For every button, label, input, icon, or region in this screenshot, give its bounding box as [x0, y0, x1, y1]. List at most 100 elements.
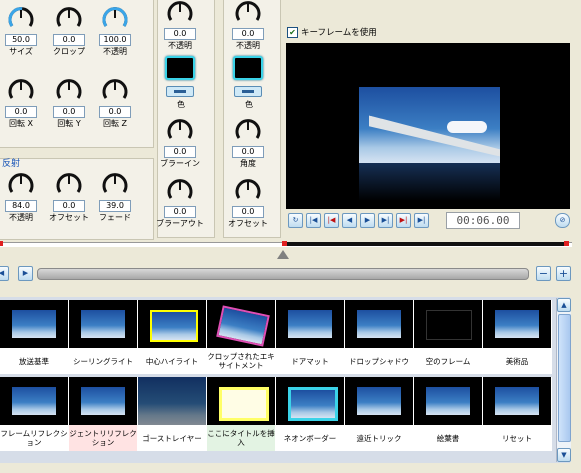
- preset-thumbnail[interactable]: ジェントリリフレクション: [69, 377, 138, 451]
- preset-thumbnail[interactable]: クロップされたエキサイトメント: [207, 300, 276, 374]
- shadow-blur-label: ブラーイン: [160, 159, 200, 168]
- preset-thumbnail[interactable]: 遠近トリック: [345, 377, 414, 451]
- preset-label: ドアマット: [276, 348, 344, 374]
- preview-image: [359, 87, 500, 163]
- preset-label: ゴーストレイヤー: [138, 425, 206, 451]
- preset-thumbnail[interactable]: ネオンボーダー: [276, 377, 345, 451]
- shadow-color-swatch[interactable]: [165, 56, 195, 80]
- border-offset-knob[interactable]: 0.0 オフセット: [228, 176, 268, 229]
- border-color-picker-button[interactable]: [234, 86, 262, 97]
- knob-dial-icon: [102, 7, 128, 27]
- size-value[interactable]: 50.0: [5, 34, 37, 46]
- scroll-left-button[interactable]: ◀: [0, 266, 9, 281]
- go-start-button[interactable]: |◀: [306, 213, 321, 228]
- preset-thumbnail[interactable]: 美術品: [483, 300, 552, 374]
- preset-thumbnail[interactable]: 中心ハイライト: [138, 300, 207, 374]
- border-color-swatch[interactable]: [233, 56, 263, 80]
- preset-preview-image: [69, 300, 137, 348]
- zoom-out-button[interactable]: −: [536, 266, 551, 281]
- knob-dial-icon: [8, 7, 34, 27]
- preset-preview-image: [345, 377, 413, 425]
- step-back-button[interactable]: ◀: [342, 213, 357, 228]
- preset-thumbnail[interactable]: ドアマット: [276, 300, 345, 374]
- shadow-blurout-value[interactable]: 0.0: [164, 206, 196, 218]
- shadow-opacity-value[interactable]: 0.0: [164, 28, 196, 40]
- preset-thumbnail[interactable]: シーリングライト: [69, 300, 138, 374]
- opacity-value[interactable]: 100.0: [99, 34, 131, 46]
- keyframe-marker-mid[interactable]: [282, 241, 287, 246]
- prev-key-button[interactable]: |◀: [324, 213, 339, 228]
- reflection-fade-knob[interactable]: 39.0 フェード: [98, 170, 132, 223]
- preset-thumbnail[interactable]: リセット: [483, 377, 552, 451]
- bottom-bar: [0, 463, 581, 473]
- shadow-blur-knob[interactable]: 0.0 ブラーイン: [160, 116, 200, 169]
- preset-thumbnail[interactable]: 絵葉書: [414, 377, 483, 451]
- reflection-opacity-knob[interactable]: 84.0 不透明: [4, 170, 38, 223]
- knob-dial-icon: [8, 173, 34, 193]
- keyframe-marker-left[interactable]: [0, 241, 3, 246]
- loop-button[interactable]: ↻: [288, 213, 303, 228]
- rotate-z-value[interactable]: 0.0: [99, 106, 131, 118]
- settings-round-button[interactable]: ⊘: [555, 213, 570, 228]
- crop-knob[interactable]: 0.0 クロップ: [52, 4, 86, 57]
- playhead-handle[interactable]: [277, 250, 289, 259]
- zoom-in-button[interactable]: +: [556, 266, 571, 281]
- scroll-right-button[interactable]: ▶: [18, 266, 33, 281]
- gallery-scroll-down-button[interactable]: ▼: [557, 448, 571, 462]
- preset-label: ネオンボーダー: [276, 425, 344, 451]
- preset-label: ジェントリリフレクション: [69, 425, 137, 451]
- rotate-x-knob[interactable]: 0.0 回転 X: [4, 76, 38, 129]
- border-angle-knob[interactable]: 0.0 角度: [231, 116, 265, 169]
- preset-thumbnail[interactable]: ドロップシャドウ: [345, 300, 414, 374]
- play-button[interactable]: ▶: [360, 213, 375, 228]
- border-opacity-knob[interactable]: 0.0 不透明: [231, 0, 265, 51]
- border-angle-value[interactable]: 0.0: [232, 146, 264, 158]
- rotate-y-value[interactable]: 0.0: [53, 106, 85, 118]
- border-angle-label: 角度: [240, 159, 256, 168]
- keyframe-checkbox-row[interactable]: ✔ キーフレームを使用: [287, 26, 377, 38]
- opacity-knob[interactable]: 100.0 不透明: [98, 4, 132, 57]
- preset-thumbnail[interactable]: ここにタイトルを挿入: [207, 377, 276, 451]
- knob-dial-icon: [167, 1, 193, 21]
- timeline-scrollbar[interactable]: [37, 268, 529, 280]
- gallery-scroll-up-button[interactable]: ▲: [557, 298, 571, 312]
- reflection-fade-label: フェード: [99, 213, 131, 222]
- rotate-x-value[interactable]: 0.0: [5, 106, 37, 118]
- shadow-blurout-label: ブラーアウト: [156, 219, 204, 228]
- shadow-opacity-knob[interactable]: 0.0 不透明: [163, 0, 197, 51]
- reflection-fade-value[interactable]: 39.0: [99, 200, 131, 212]
- rotate-y-knob[interactable]: 0.0 回転 Y: [52, 76, 86, 129]
- border-opacity-value[interactable]: 0.0: [232, 28, 264, 40]
- shadow-color-picker-button[interactable]: [166, 86, 194, 97]
- preset-label: 美術品: [483, 348, 551, 374]
- eyedropper-icon: [174, 90, 186, 93]
- gallery-scrollbar[interactable]: ▲ ▼: [556, 298, 571, 462]
- go-end-button[interactable]: ▶|: [414, 213, 429, 228]
- next-key-button[interactable]: ▶|: [396, 213, 411, 228]
- preset-thumbnail[interactable]: 放送基準: [0, 300, 69, 374]
- timeline-active-segment: [284, 242, 566, 246]
- reflection-opacity-value[interactable]: 84.0: [5, 200, 37, 212]
- reflection-offset-value[interactable]: 0.0: [53, 200, 85, 212]
- preset-preview-image: [69, 377, 137, 425]
- keyframe-marker-right[interactable]: [564, 241, 569, 246]
- preset-thumbnail[interactable]: フレームリフレクション: [0, 377, 69, 451]
- shadow-blurout-knob[interactable]: 0.0 ブラーアウト: [156, 176, 204, 229]
- preset-thumbnail[interactable]: ゴーストレイヤー: [138, 377, 207, 451]
- preset-preview-image: [207, 377, 275, 425]
- preset-thumbnail[interactable]: 空のフレーム: [414, 300, 483, 374]
- reflection-offset-knob[interactable]: 0.0 オフセット: [49, 170, 89, 223]
- border-color-label: 色: [245, 100, 253, 109]
- keyframe-checkbox[interactable]: ✔: [287, 26, 298, 38]
- gallery-scroll-thumb[interactable]: [558, 314, 571, 442]
- border-offset-value[interactable]: 0.0: [232, 206, 264, 218]
- size-knob[interactable]: 50.0 サイズ: [4, 4, 38, 57]
- crop-value[interactable]: 0.0: [53, 34, 85, 46]
- step-forward-button[interactable]: ▶|: [378, 213, 393, 228]
- shadow-blur-value[interactable]: 0.0: [164, 146, 196, 158]
- rotate-z-knob[interactable]: 0.0 回転 Z: [98, 76, 132, 129]
- preset-label: シーリングライト: [69, 348, 137, 374]
- rotate-x-label: 回転 X: [8, 119, 34, 128]
- preset-preview-image: [207, 300, 275, 348]
- preset-label: 放送基準: [0, 348, 68, 374]
